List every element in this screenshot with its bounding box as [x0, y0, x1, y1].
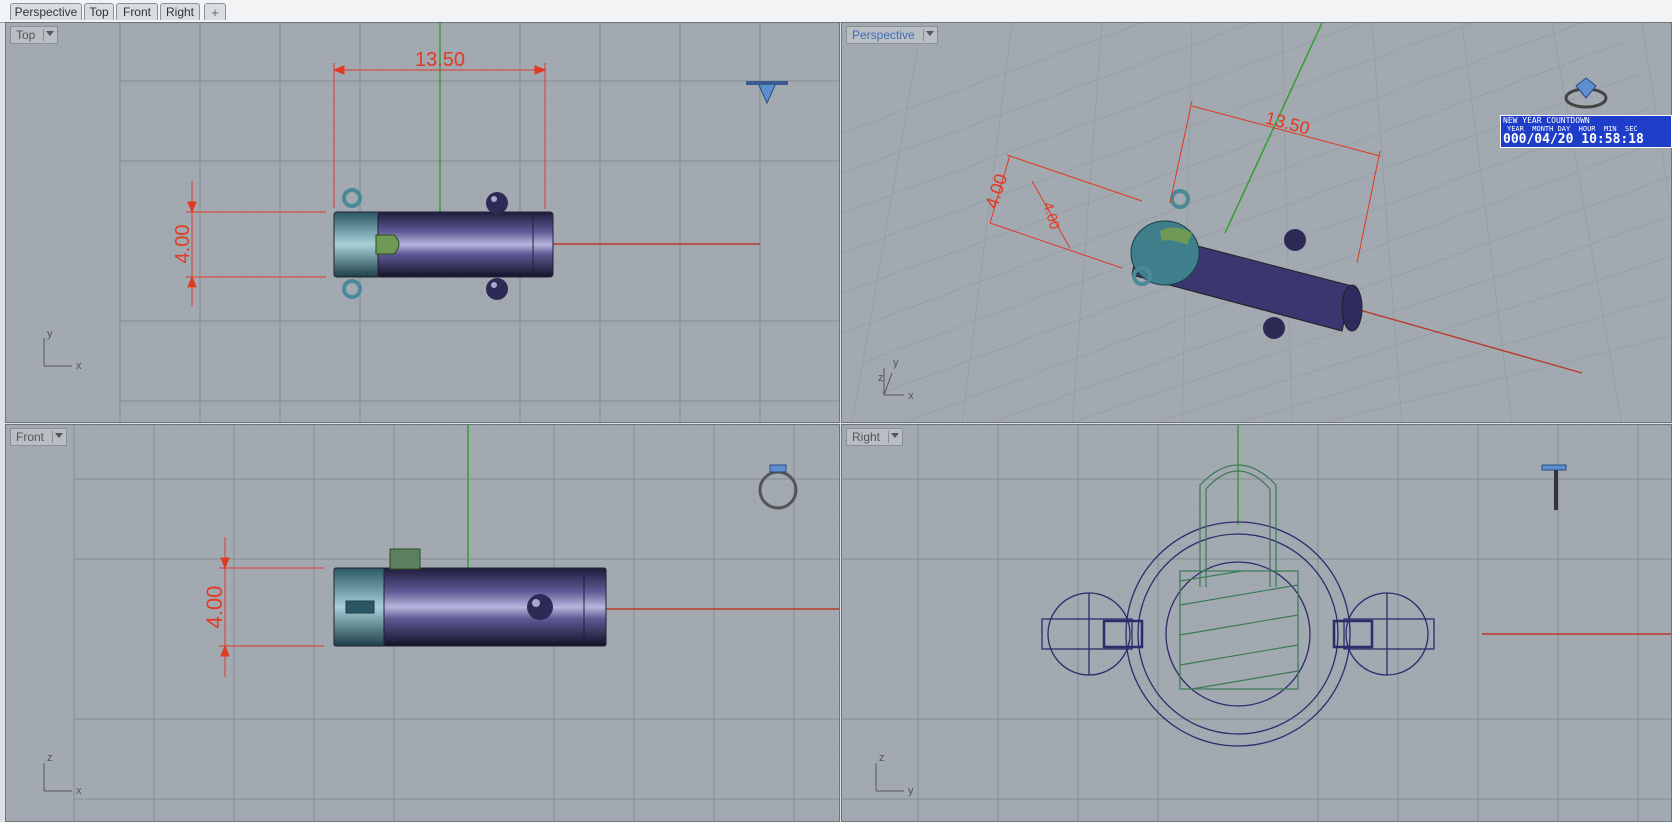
- viewport-top[interactable]: 13.50 4.00 y x Top: [5, 22, 840, 423]
- tab-top[interactable]: Top: [84, 3, 114, 20]
- ring-thumbnail-icon: [1564, 77, 1608, 109]
- axis-indicator: x y z: [878, 357, 914, 402]
- viewport-label-right[interactable]: Right: [846, 428, 904, 446]
- svg-text:y: y: [893, 357, 899, 369]
- perspective-width-label: 4.00: [981, 171, 1011, 211]
- perspective-depth-label: 4.00: [1040, 200, 1063, 231]
- chevron-down-icon[interactable]: [891, 433, 900, 438]
- chevron-down-icon[interactable]: [46, 31, 55, 36]
- tab-right[interactable]: Right: [160, 3, 200, 20]
- top-view-canvas: 13.50 4.00 y x: [43, 23, 839, 422]
- viewport-label-top[interactable]: Top: [10, 26, 59, 44]
- svg-text:x: x: [76, 360, 82, 372]
- viewport-right[interactable]: z y Right: [841, 424, 1672, 822]
- svg-text:y: y: [47, 328, 53, 340]
- chevron-down-icon[interactable]: [55, 433, 64, 438]
- new-year-countdown-widget: NEW YEAR COUNTDOWN YEAR MONTH DAY HOUR M…: [1500, 115, 1672, 148]
- viewport-front[interactable]: 4.00 z x Front: [5, 424, 840, 822]
- svg-text:z: z: [47, 752, 53, 764]
- viewport-tab-bar: Perspective Top Front Right +: [0, 0, 1672, 23]
- perspective-view-canvas: 13.50 4.00 4.00 x y z: [842, 23, 1671, 422]
- viewport-label-front[interactable]: Front: [10, 428, 68, 446]
- x-axis-line: [1341, 304, 1583, 374]
- svg-text:x: x: [76, 785, 82, 797]
- svg-text:x: x: [908, 390, 914, 402]
- chevron-down-icon[interactable]: [925, 31, 934, 36]
- add-tab-button[interactable]: +: [204, 3, 226, 20]
- dimension-width-label: 13.50: [415, 49, 465, 71]
- countdown-value: 000/04/20 10:58:18: [1503, 132, 1644, 147]
- svg-text:z: z: [878, 372, 884, 384]
- countdown-title: NEW YEAR COUNTDOWN: [1503, 116, 1590, 125]
- axis-indicator: y x: [43, 328, 82, 372]
- svg-text:y: y: [908, 785, 914, 797]
- viewport-perspective[interactable]: 13.50 4.00 4.00 x y z Perspective: [841, 22, 1672, 423]
- right-view-canvas: z y: [842, 425, 1671, 821]
- viewport-label-perspective[interactable]: Perspective: [846, 26, 938, 44]
- tab-perspective[interactable]: Perspective: [10, 3, 82, 20]
- tab-front[interactable]: Front: [116, 3, 158, 20]
- dimension-height-label: 4.00: [172, 225, 194, 264]
- front-dimension-label: 4.00: [202, 586, 227, 629]
- front-view-canvas: 4.00 z x: [43, 425, 839, 821]
- svg-text:z: z: [879, 752, 885, 764]
- grid: [842, 425, 1671, 821]
